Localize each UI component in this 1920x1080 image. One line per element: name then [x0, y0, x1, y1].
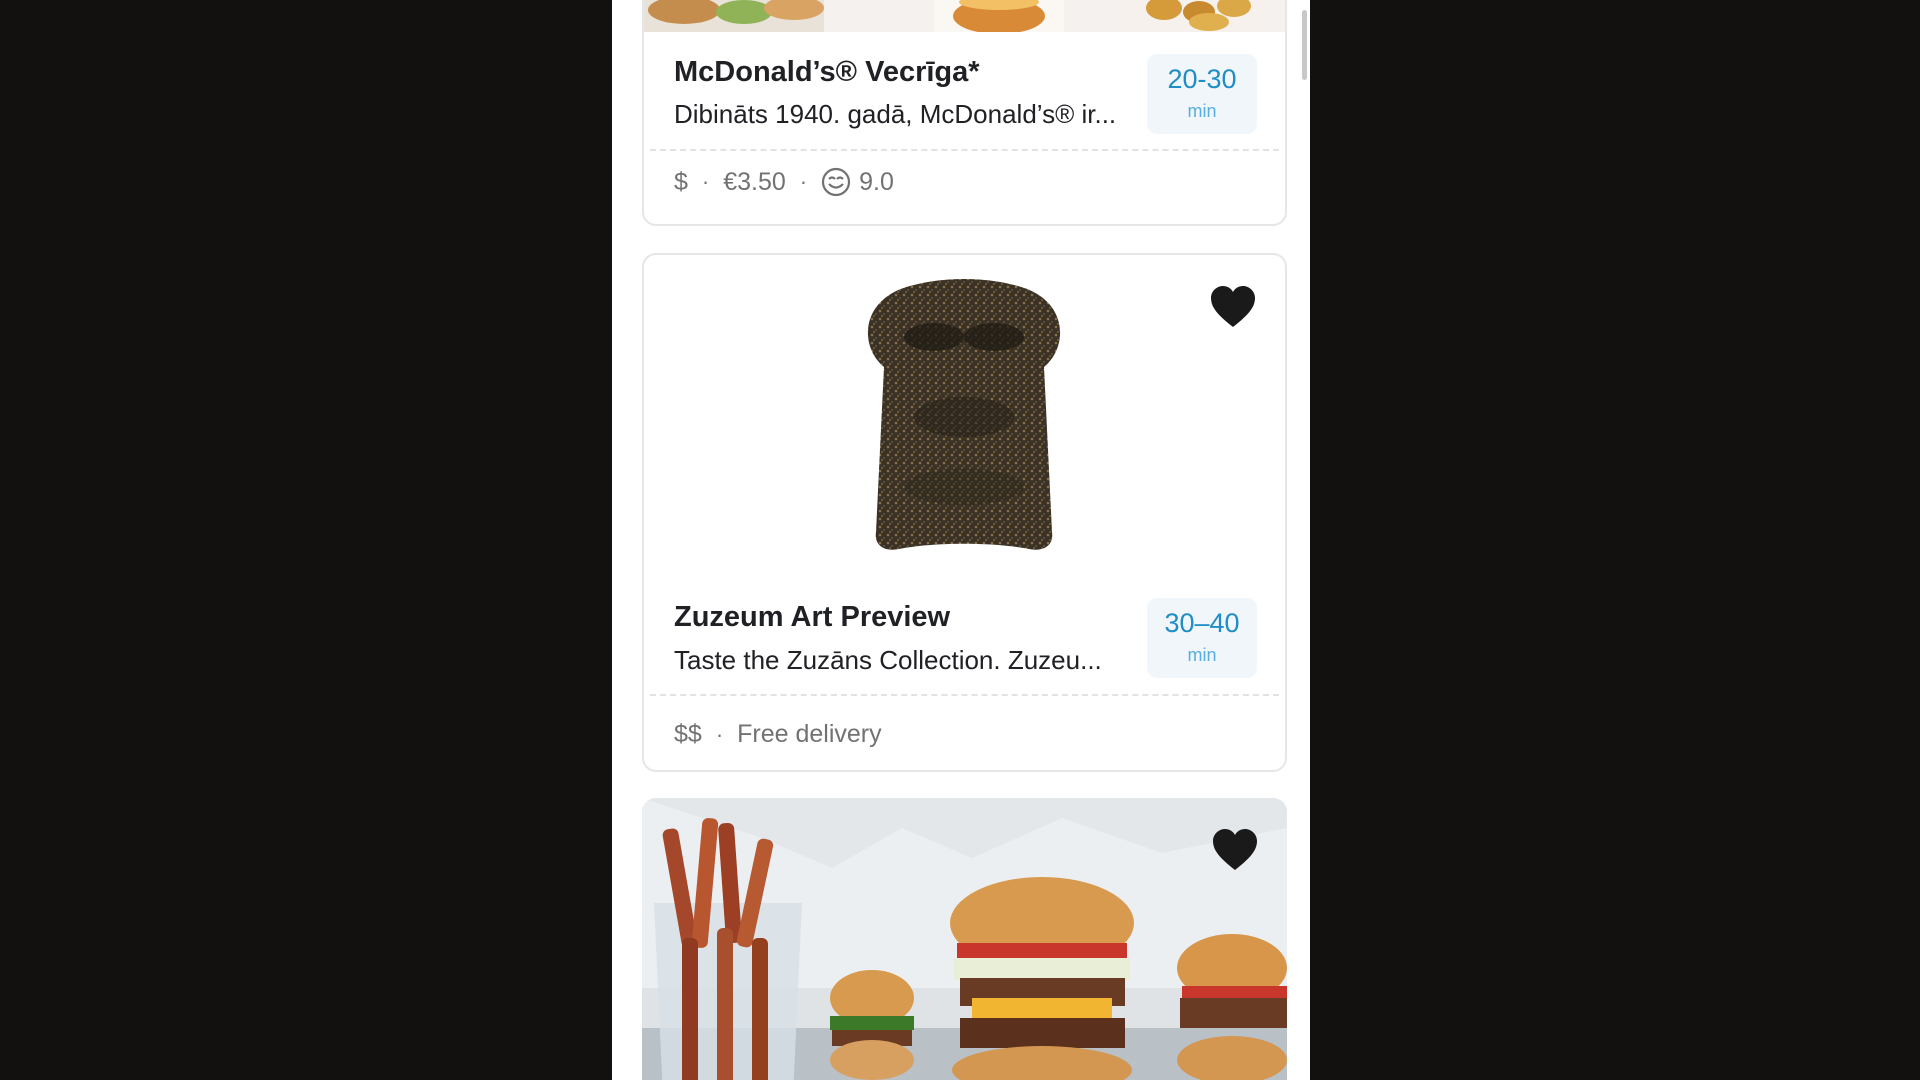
separator: · [701, 169, 710, 194]
restaurant-image [644, 0, 1285, 32]
restaurant-name: Zuzeum Art Preview [674, 601, 951, 633]
delivery-info: Free delivery [737, 720, 882, 748]
favorite-heart-icon[interactable] [1209, 285, 1257, 329]
restaurant-image [642, 798, 1287, 1080]
restaurant-name: McDonald’s® Vecrīga* [674, 56, 980, 88]
delivery-fee: €3.50 [723, 167, 786, 196]
separator: · [799, 169, 808, 194]
restaurant-description: Taste the Zuzāns Collection. Zuzeu... [674, 645, 1102, 675]
delivery-time-unit: min [1187, 645, 1217, 665]
divider [650, 694, 1279, 696]
delivery-time-badge: 30–40 min [1147, 598, 1257, 678]
divider [650, 149, 1279, 151]
price-level: $$ [674, 720, 702, 748]
restaurant-image [867, 279, 1061, 550]
rating: 9.0 [821, 167, 894, 197]
delivery-time: 30–40 [1164, 608, 1240, 638]
favorite-heart-icon[interactable] [1211, 828, 1259, 872]
delivery-time: 20-30 [1167, 64, 1237, 94]
delivery-time-unit: min [1187, 101, 1217, 121]
restaurant-card-burgers[interactable] [642, 798, 1287, 1080]
scrollbar[interactable] [1302, 10, 1307, 80]
delivery-time-badge: 20-30 min [1147, 54, 1257, 134]
price-level: $ [674, 167, 688, 196]
restaurant-card-mcdonalds[interactable]: McDonald’s® Vecrīga* Dibināts 1940. gadā… [642, 0, 1287, 226]
restaurant-description: Dibināts 1940. gadā, McDonald’s® ir... [674, 99, 1117, 129]
restaurant-meta: $$ · Free delivery [674, 720, 882, 749]
app-screen: McDonald’s® Vecrīga* Dibināts 1940. gadā… [612, 0, 1310, 1080]
rating-value: 9.0 [859, 167, 894, 196]
smiley-face-icon [822, 167, 851, 197]
separator: · [715, 721, 724, 747]
restaurant-card-zuzeum[interactable]: Zuzeum Art Preview Taste the Zuzāns Coll… [642, 253, 1287, 772]
restaurant-meta: $ · €3.50 · 9.0 [674, 167, 894, 197]
